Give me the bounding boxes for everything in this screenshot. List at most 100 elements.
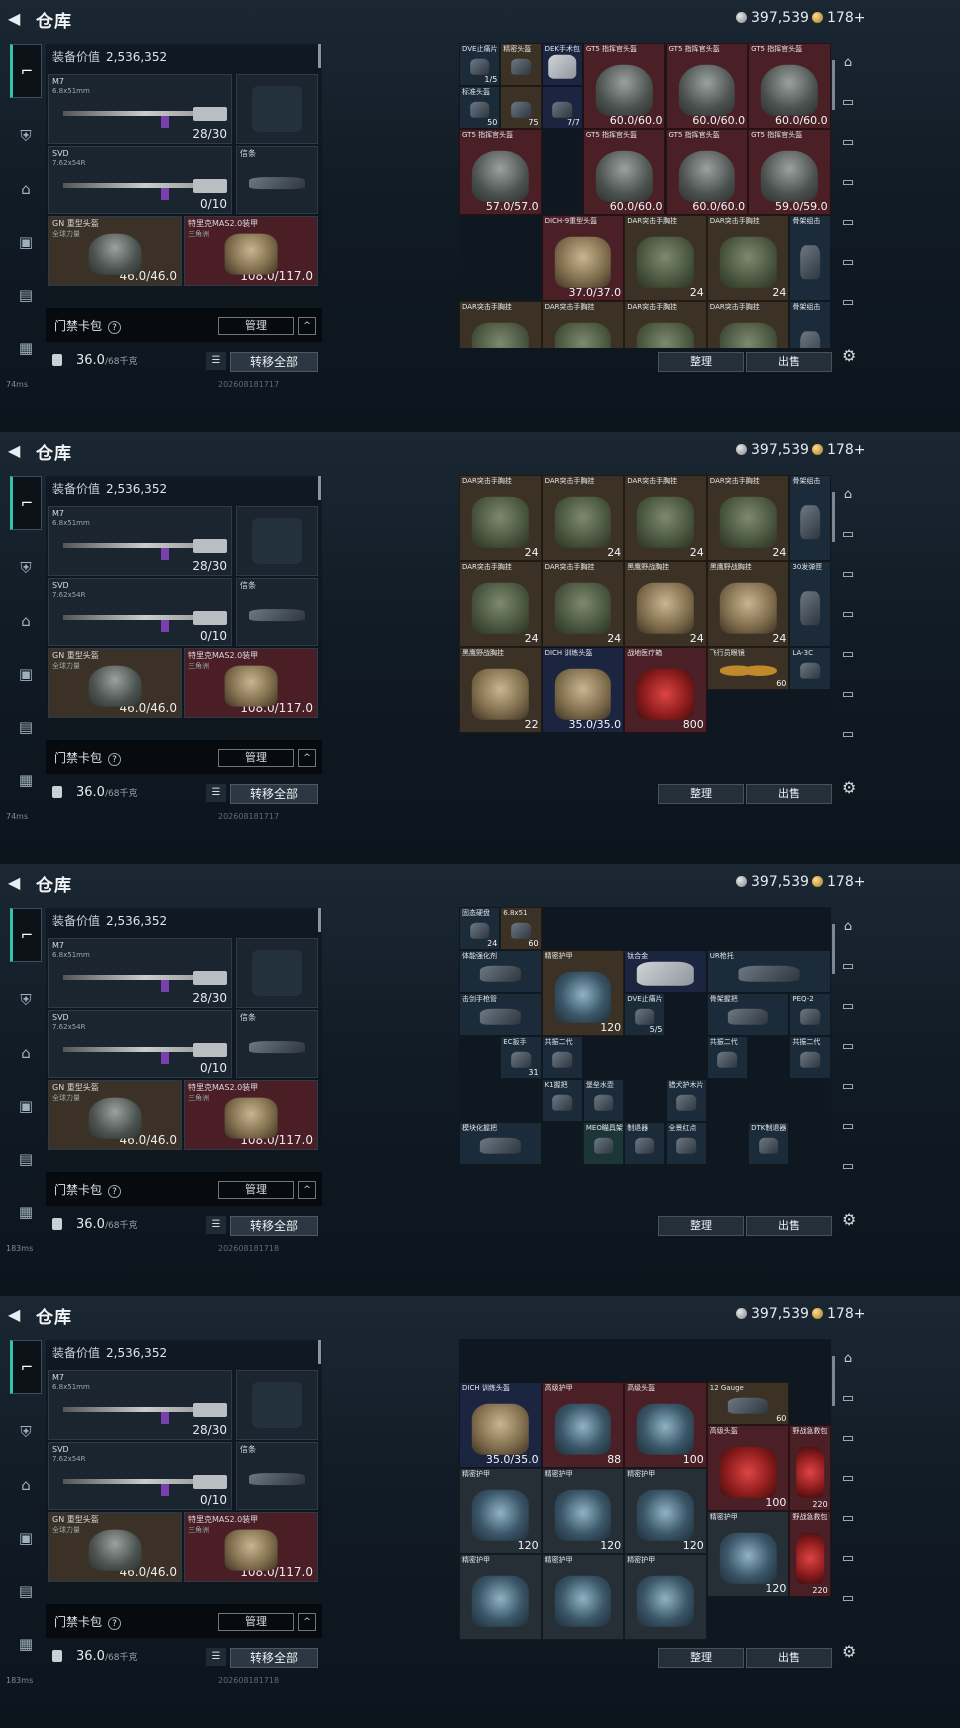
inventory-item[interactable]: GT5 指挥官头盔 59.0/59.0 bbox=[748, 129, 831, 215]
inventory-item[interactable]: 堡垒水壶 bbox=[582, 1079, 625, 1122]
inventory-item[interactable]: DICH 训练头盔 35.0/35.0 bbox=[541, 647, 625, 733]
storage-tab-icon[interactable]: ▭ bbox=[838, 255, 858, 273]
armor-tab[interactable]: ⛨ bbox=[10, 547, 42, 589]
inventory-item[interactable]: 猎犬护木片 bbox=[665, 1079, 707, 1122]
backpack-tab[interactable]: ▣ bbox=[10, 1085, 42, 1127]
inventory-item[interactable]: 黑鹰野战胸挂 24 bbox=[706, 561, 790, 647]
firearm-tab[interactable]: ⌐ bbox=[10, 476, 42, 530]
firearm-tab[interactable]: ⌐ bbox=[10, 44, 42, 98]
back-arrow-icon[interactable]: ◀ bbox=[8, 441, 26, 461]
helmet-slot[interactable]: GN 重型头盔 全球力量 46.0/46.0 bbox=[48, 1512, 182, 1582]
storage-tab-icon[interactable]: ▭ bbox=[838, 1511, 858, 1529]
inventory-item[interactable]: 7/7 bbox=[541, 86, 583, 129]
gold-currency[interactable]: 178+ bbox=[812, 442, 865, 458]
armor-slot[interactable]: 特里克MAS2.0装甲 三角洲 108.0/117.0 bbox=[184, 648, 318, 718]
storage-tab-icon[interactable]: ▭ bbox=[838, 95, 858, 113]
transfer-all-button[interactable]: 转移全部 bbox=[230, 1216, 318, 1236]
inventory-item[interactable]: 黑鹰野战胸挂 24 bbox=[624, 561, 707, 647]
helmet-tab[interactable]: ⌂ bbox=[10, 1032, 42, 1074]
secondary-weapon-slot[interactable]: SVD 7.62x54R 0/10 bbox=[48, 1010, 232, 1078]
primary-weapon-slot[interactable]: M7 6.8x51mm 28/30 bbox=[48, 938, 232, 1008]
storage-tab-icon[interactable]: ▭ bbox=[838, 527, 858, 545]
inventory-item[interactable]: 精密护甲 120 bbox=[541, 950, 625, 1036]
inventory-item[interactable]: DVE止痛片 1/5 bbox=[459, 43, 501, 86]
inventory-item[interactable]: 体能强化剂 bbox=[459, 950, 542, 993]
backpack-tab[interactable]: ▣ bbox=[10, 653, 42, 695]
pistol-slot[interactable] bbox=[236, 938, 318, 1008]
armor-tab[interactable]: ⛨ bbox=[10, 979, 42, 1021]
storage-tab-icon[interactable]: ▭ bbox=[838, 607, 858, 625]
inventory-item[interactable]: 精密护甲 120 bbox=[541, 1468, 625, 1554]
sort-button[interactable]: 整理 bbox=[658, 1216, 744, 1236]
manage-button[interactable]: 管理 bbox=[218, 317, 294, 335]
equipment-scrollbar[interactable] bbox=[318, 44, 321, 68]
inventory-item[interactable]: PEQ-2 bbox=[789, 993, 831, 1036]
inventory-item[interactable]: MEO瞄具架 bbox=[582, 1122, 625, 1165]
armor-slot[interactable]: 特里克MAS2.0装甲 三角洲 108.0/117.0 bbox=[184, 1512, 318, 1582]
transfer-all-button[interactable]: 转移全部 bbox=[230, 1648, 318, 1668]
inventory-item[interactable]: 精密护甲 120 bbox=[706, 1511, 790, 1597]
inventory-item[interactable]: 精密护甲 120 bbox=[624, 1468, 707, 1554]
inventory-item[interactable]: 全景红点 bbox=[665, 1122, 707, 1165]
inventory-item[interactable]: 共振二代 bbox=[789, 1036, 831, 1079]
inventory-item[interactable]: 骨架组击 bbox=[789, 215, 831, 301]
inventory-item[interactable]: DAR突击手胸挂 bbox=[624, 301, 707, 348]
inventory-item[interactable]: DAR突击手胸挂 24 bbox=[706, 475, 790, 561]
backpack-tab[interactable]: ▣ bbox=[10, 221, 42, 263]
inventory-item[interactable]: 骨架组击 bbox=[789, 301, 831, 348]
storage-tab-icon[interactable]: ▭ bbox=[838, 1079, 858, 1097]
storage-tab-icon[interactable]: ▭ bbox=[838, 727, 858, 745]
inventory-item[interactable]: K1握把 bbox=[541, 1079, 583, 1122]
secondary-weapon-slot[interactable]: SVD 7.62x54R 0/10 bbox=[48, 578, 232, 646]
inventory-item[interactable]: 30发弹匣 bbox=[789, 561, 831, 647]
inventory-item[interactable]: 野战急救包 220 bbox=[789, 1425, 831, 1511]
back-arrow-icon[interactable]: ◀ bbox=[8, 9, 26, 29]
storage-tab-icon[interactable]: ▭ bbox=[838, 215, 858, 233]
storage-tab-icon[interactable]: ▭ bbox=[838, 687, 858, 705]
helmet-slot[interactable]: GN 重型头盔 全球力量 46.0/46.0 bbox=[48, 216, 182, 286]
inventory-item[interactable]: 精密护甲 bbox=[541, 1554, 625, 1640]
case-tab[interactable]: ▦ bbox=[10, 1191, 42, 1233]
melee-slot[interactable]: 信条 bbox=[236, 146, 318, 214]
storage-tab-icon[interactable]: ▭ bbox=[838, 135, 858, 153]
inventory-item[interactable]: 制退器 bbox=[624, 1122, 666, 1165]
armor-slot[interactable]: 特里克MAS2.0装甲 三角洲 108.0/117.0 bbox=[184, 216, 318, 286]
firearm-tab[interactable]: ⌐ bbox=[10, 908, 42, 962]
equipment-scrollbar[interactable] bbox=[318, 476, 321, 500]
chest-rig-tab[interactable]: ▤ bbox=[10, 274, 42, 316]
primary-weapon-slot[interactable]: M7 6.8x51mm 28/30 bbox=[48, 1370, 232, 1440]
helmet-tab[interactable]: ⌂ bbox=[10, 600, 42, 642]
storage-tab-icon[interactable]: ▭ bbox=[838, 1039, 858, 1057]
inventory-item[interactable]: DAR突击手胸挂 24 bbox=[541, 475, 625, 561]
settings-gear-icon[interactable]: ⚙ bbox=[842, 1642, 856, 1661]
sort-button[interactable]: 整理 bbox=[658, 1648, 744, 1668]
manage-button[interactable]: 管理 bbox=[218, 749, 294, 767]
help-icon[interactable]: ? bbox=[108, 321, 122, 334]
inventory-item[interactable]: DICH 训练头盔 35.0/35.0 bbox=[459, 1382, 542, 1468]
inventory-item[interactable]: 精密护甲 bbox=[624, 1554, 707, 1640]
armor-tab[interactable]: ⛨ bbox=[10, 1411, 42, 1453]
gold-currency[interactable]: 178+ bbox=[812, 1306, 865, 1322]
inventory-item[interactable]: DAR突击手胸挂 24 bbox=[624, 475, 707, 561]
storage-tab-icon[interactable]: ▭ bbox=[838, 1591, 858, 1609]
chest-rig-tab[interactable]: ▤ bbox=[10, 1138, 42, 1180]
melee-slot[interactable]: 信条 bbox=[236, 1010, 318, 1078]
armor-slot[interactable]: 特里克MAS2.0装甲 三角洲 108.0/117.0 bbox=[184, 1080, 318, 1150]
secondary-weapon-slot[interactable]: SVD 7.62x54R 0/10 bbox=[48, 146, 232, 214]
inventory-item[interactable]: 骨架组击 bbox=[789, 475, 831, 561]
inventory-item[interactable]: 固态硬盘 24 bbox=[459, 907, 501, 950]
inventory-item[interactable]: DTK制退器 bbox=[748, 1122, 790, 1165]
inventory-item[interactable]: GT5 指挥官头盔 60.0/60.0 bbox=[665, 43, 749, 129]
transfer-all-button[interactable]: 转移全部 bbox=[230, 352, 318, 372]
chest-rig-tab[interactable]: ▤ bbox=[10, 706, 42, 748]
case-tab[interactable]: ▦ bbox=[10, 759, 42, 801]
sort-button[interactable]: 整理 bbox=[658, 352, 744, 372]
settings-gear-icon[interactable]: ⚙ bbox=[842, 346, 856, 365]
warehouse-icon[interactable]: ⌂ bbox=[838, 919, 858, 937]
helmet-tab[interactable]: ⌂ bbox=[10, 1464, 42, 1506]
storage-tab-icon[interactable]: ▭ bbox=[838, 1551, 858, 1569]
inventory-item[interactable]: 高级头盔 100 bbox=[624, 1382, 707, 1468]
equipment-scrollbar[interactable] bbox=[318, 1340, 321, 1364]
inventory-item[interactable]: DICH-9重型头盔 37.0/37.0 bbox=[541, 215, 625, 301]
inventory-item[interactable]: DVE止痛片 5/5 bbox=[624, 993, 666, 1036]
